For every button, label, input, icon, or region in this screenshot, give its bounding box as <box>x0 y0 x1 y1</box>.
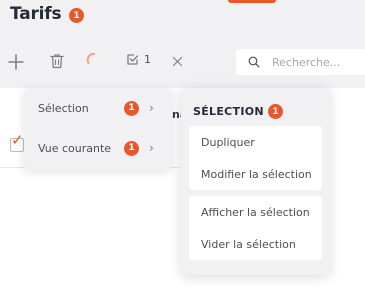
check-mark-icon: ✓ <box>11 131 24 149</box>
menu-item-label: Vue courante <box>38 141 112 155</box>
spinner-icon <box>86 52 102 68</box>
menu-item-badge: 1 <box>124 100 139 116</box>
context-menu: Sélection 1 › Vue courante 1 › <box>24 88 171 170</box>
menu-item-badge: 1 <box>124 140 139 156</box>
submenu-item-afficher-selection[interactable]: Afficher la sélection <box>201 206 310 219</box>
submenu-group: Dupliquer Modifier la sélection <box>189 126 322 190</box>
selection-count[interactable]: 1 <box>126 53 151 66</box>
selection-count-value: 1 <box>144 53 151 66</box>
menu-item-label: Sélection <box>38 101 89 115</box>
title-badge: 1 <box>69 8 84 23</box>
top-accent-bar <box>228 0 276 3</box>
page-title: Tarifs <box>10 4 62 24</box>
search-icon <box>248 56 260 68</box>
checkbox-icon <box>127 54 139 65</box>
chevron-right-icon: › <box>149 101 154 115</box>
menu-item-selection[interactable]: Sélection 1 › <box>24 95 171 121</box>
submenu-group: Afficher la sélection Vider la sélection <box>189 196 322 260</box>
submenu-item-vider-selection[interactable]: Vider la sélection <box>201 238 296 251</box>
chevron-right-icon: › <box>149 141 154 155</box>
submenu-badge: 1 <box>268 104 283 119</box>
submenu-item-modifier-selection[interactable]: Modifier la sélection <box>201 168 312 181</box>
submenu-title: SÉLECTION <box>193 105 264 118</box>
submenu-item-dupliquer[interactable]: Dupliquer <box>201 136 255 149</box>
trash-icon[interactable] <box>49 52 65 70</box>
menu-item-vue-courante[interactable]: Vue courante 1 › <box>24 135 171 161</box>
selection-submenu: SÉLECTION 1 Dupliquer Modifier la sélect… <box>181 88 330 275</box>
close-icon[interactable] <box>170 54 184 68</box>
search-box[interactable] <box>236 49 365 75</box>
plus-icon[interactable] <box>6 52 26 72</box>
search-input[interactable] <box>272 55 358 69</box>
